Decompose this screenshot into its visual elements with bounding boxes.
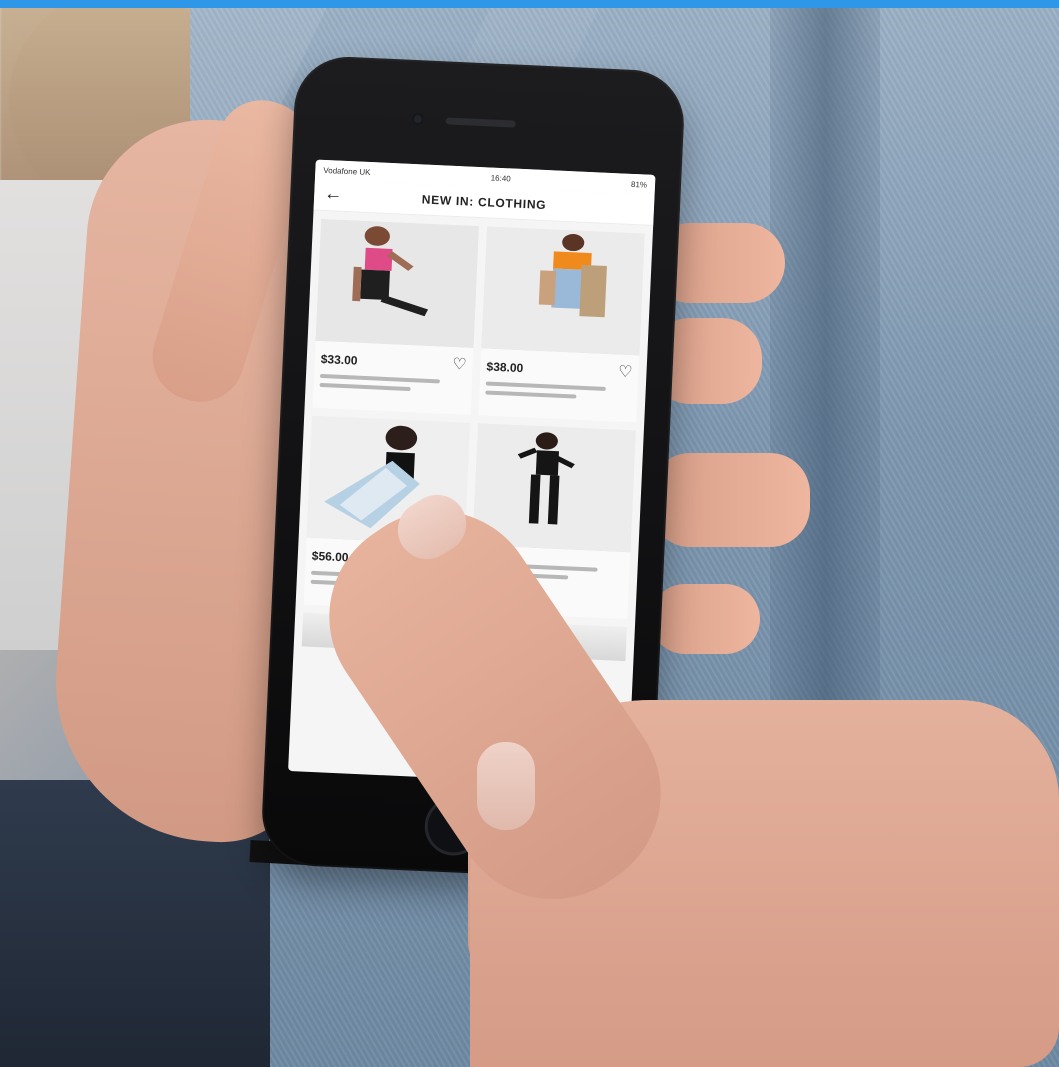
top-accent-bar <box>0 0 1059 8</box>
product-price: $56.00 <box>311 548 349 565</box>
product-image[interactable] <box>481 226 645 356</box>
right-lower-fingernail <box>477 742 535 830</box>
left-finger-3 <box>650 453 810 547</box>
text-line <box>485 381 606 391</box>
left-finger-4 <box>650 584 760 654</box>
product-description-blurred <box>313 373 472 415</box>
product-image-art <box>481 226 645 356</box>
product-card[interactable]: $33.00 ♡ <box>312 218 479 415</box>
time-text: 16:40 <box>490 173 511 183</box>
front-camera <box>411 112 425 126</box>
product-price: $33.00 <box>320 351 358 368</box>
carrier-text: Vodafone UK <box>323 165 371 177</box>
product-description-blurred <box>478 381 637 422</box>
phone-speaker <box>445 117 516 128</box>
page-title: NEW IN: CLOTHING <box>421 192 547 213</box>
product-card[interactable]: $38.00 ♡ <box>478 226 645 423</box>
battery-text: 81% <box>630 179 648 190</box>
text-line <box>485 390 576 399</box>
heart-icon[interactable]: ♡ <box>618 363 633 381</box>
product-image[interactable] <box>315 218 479 348</box>
text-line <box>319 382 411 392</box>
text-line <box>319 373 440 384</box>
product-price: $38.00 <box>486 359 524 376</box>
back-arrow-icon[interactable]: ← <box>324 183 343 204</box>
product-image-art <box>315 218 479 348</box>
photo-scene: Vodafone UK 16:40 81% ← NEW IN: CLOTHING <box>0 0 1059 1067</box>
heart-icon[interactable]: ♡ <box>452 356 467 374</box>
